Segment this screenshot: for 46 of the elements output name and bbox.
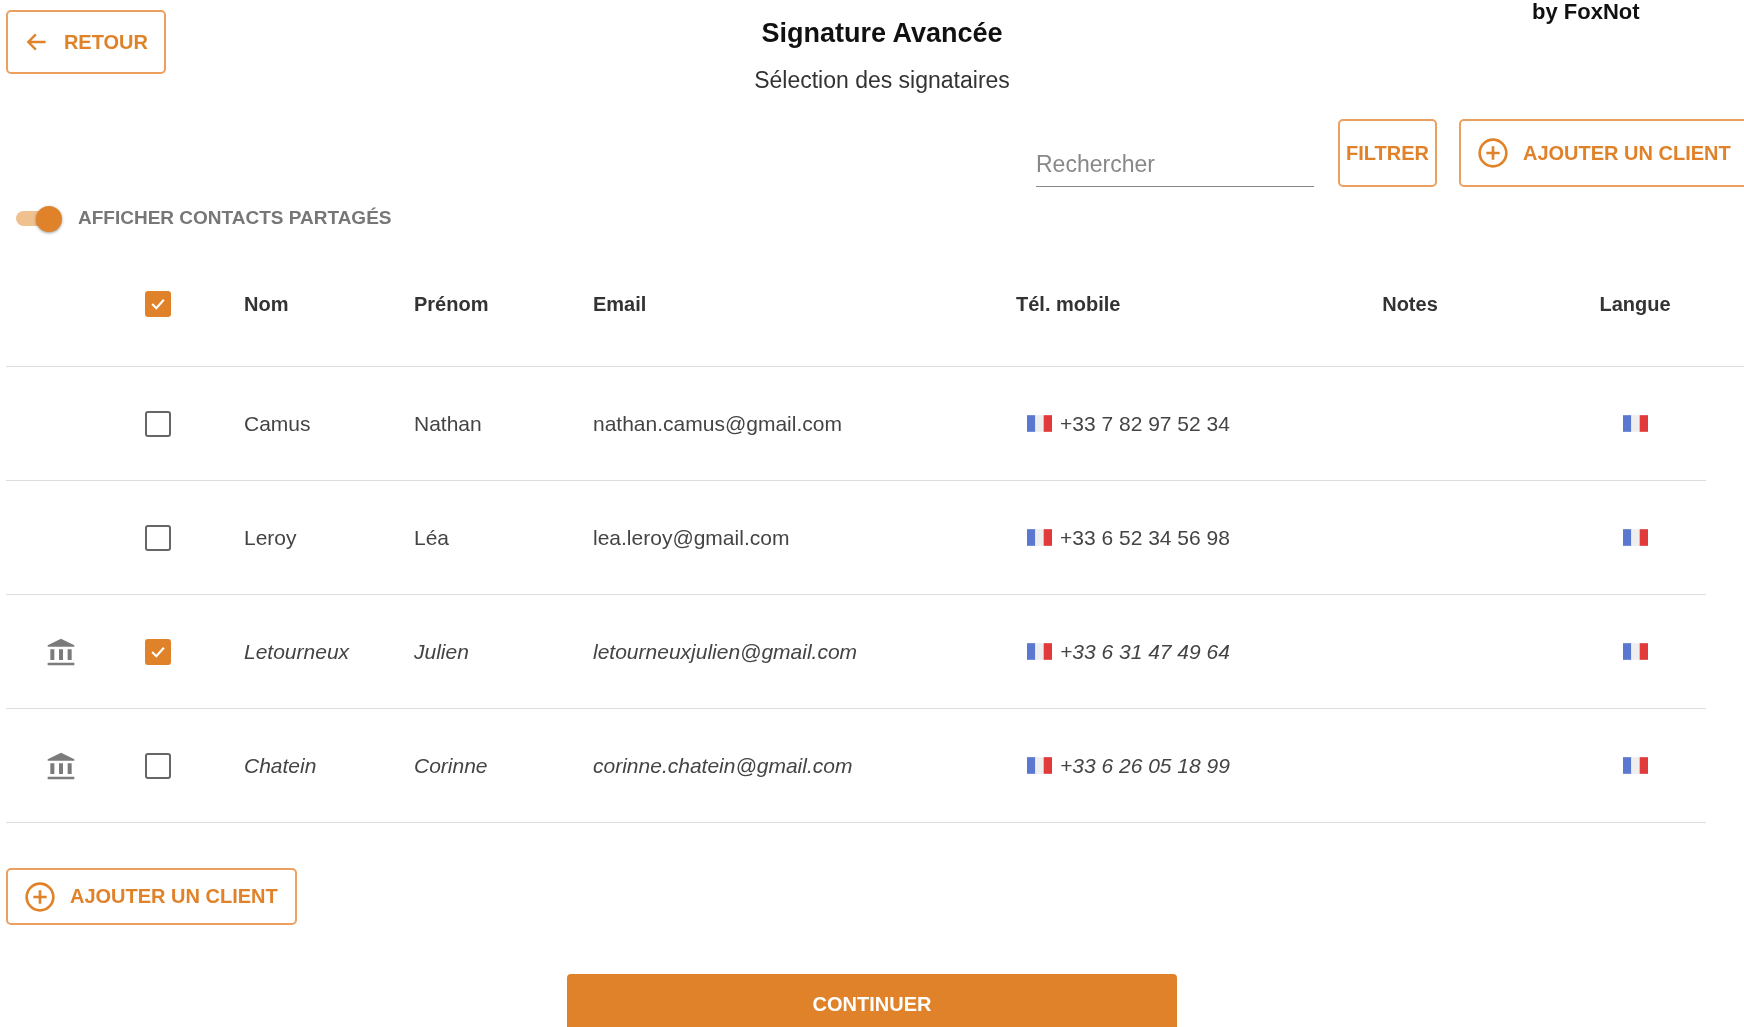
table-cell: Corinne <box>414 753 488 777</box>
table-cell: Nathan <box>414 411 482 435</box>
table-row[interactable]: Letourneux Julien letourneuxjulien@gmail.com +33 6 31 47 49 64 <box>6 595 1706 709</box>
table-cell: Léa <box>414 525 450 549</box>
table-cell: Letourneux <box>244 639 350 663</box>
table-cell: Julien <box>414 639 469 663</box>
table-cell: corinne.chatein@gmail.com <box>593 753 853 777</box>
french-flag-icon <box>1027 529 1052 546</box>
column-header[interactable]: Langue <box>1599 292 1671 316</box>
french-flag-icon <box>1027 415 1052 432</box>
column-header[interactable]: Nom <box>244 292 289 315</box>
table-cell: +33 6 26 05 18 99 <box>1060 753 1230 778</box>
column-header[interactable]: Notes <box>1382 292 1438 315</box>
column-header[interactable]: Email <box>593 292 647 315</box>
table-cell: nathan.camus@gmail.com <box>593 411 842 435</box>
table-cell: Chatein <box>244 753 317 777</box>
table-row[interactable]: Chatein Corinne corinne.chatein@gmail.com +33 6 26 05 18 99 <box>6 709 1706 823</box>
plus-circle-icon <box>24 880 56 913</box>
table-row[interactable]: Camus Nathan nathan.camus@gmail.com +33 7 82 97 52 34 <box>6 367 1706 481</box>
column-header[interactable]: Tél. mobile <box>1016 292 1121 315</box>
column-header[interactable]: Prénom <box>414 292 489 315</box>
table-cell: Camus <box>244 411 311 435</box>
french-flag-icon <box>1622 529 1648 546</box>
toggle-switch[interactable] <box>16 204 62 232</box>
row-checkbox[interactable] <box>145 638 171 665</box>
french-flag-icon <box>1622 757 1648 774</box>
table-cell: lea.leroy@gmail.com <box>593 525 790 549</box>
brand-text: by FoxNot <box>1532 0 1640 24</box>
table-cell: Leroy <box>244 525 297 549</box>
french-flag-icon <box>1027 757 1052 774</box>
select-all-checkbox[interactable] <box>145 291 171 317</box>
table-cell: +33 6 31 47 49 64 <box>1060 639 1230 664</box>
french-flag-icon <box>1027 643 1052 660</box>
table-cell: +33 6 52 34 56 98 <box>1060 525 1230 550</box>
table-row[interactable]: Leroy Léa lea.leroy@gmail.com +33 6 52 34 56 98 <box>6 481 1706 595</box>
row-checkbox[interactable] <box>145 410 171 437</box>
table-cell: +33 7 82 97 52 34 <box>1060 411 1230 436</box>
plus-circle-icon <box>1476 137 1509 169</box>
row-checkbox[interactable] <box>145 524 171 551</box>
page-subtitle: Sélection des signataires <box>753 67 1011 94</box>
toggle-label: AFFICHER CONTACTS PARTAGÉS <box>78 207 392 229</box>
french-flag-icon <box>1622 415 1648 432</box>
french-flag-icon <box>1622 643 1648 660</box>
table-cell: letourneuxjulien@gmail.com <box>593 639 858 663</box>
page-title: Signature Avancée <box>760 18 1004 49</box>
row-checkbox[interactable] <box>145 752 171 779</box>
